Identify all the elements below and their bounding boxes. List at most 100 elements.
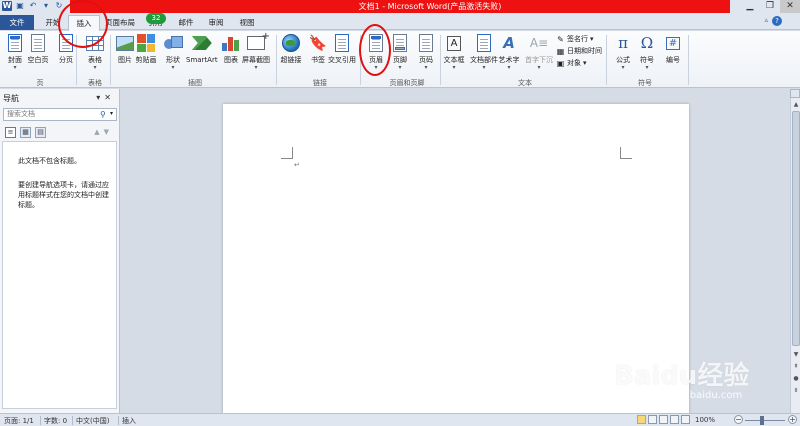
tab-page-layout[interactable]: 页面布局 <box>102 15 138 30</box>
prev-page-icon[interactable]: ⇞ <box>792 363 800 370</box>
omega-icon: Ω <box>640 34 654 52</box>
scroll-up-icon[interactable]: ▲ <box>792 101 800 108</box>
text-box-button[interactable]: A 文本框 ▾ <box>443 32 465 71</box>
tab-review[interactable]: 审阅 <box>202 15 230 30</box>
tab-home[interactable]: 开始 <box>38 15 68 30</box>
zoom-in-icon[interactable]: + <box>788 415 797 424</box>
restore-button[interactable]: ❐ <box>760 0 780 13</box>
object-button[interactable]: ▣ 对象 ▾ <box>556 58 587 68</box>
clipart-button[interactable]: 剪贴画 <box>135 32 157 65</box>
page-count[interactable]: 页面: 1/1 <box>4 416 34 426</box>
chart-button[interactable]: 图表 <box>220 32 242 65</box>
zoom-slider-thumb[interactable] <box>760 416 764 425</box>
undo-dropdown-icon[interactable]: ▾ <box>41 1 51 11</box>
zoom-slider[interactable] <box>745 420 785 421</box>
next-icon[interactable]: ▼ <box>104 128 113 136</box>
browse-object-icon[interactable]: ● <box>792 375 800 382</box>
word-logo-icon[interactable]: W <box>2 1 12 11</box>
tab-mailings[interactable]: 邮件 <box>172 15 200 30</box>
cross-reference-icon <box>331 32 353 54</box>
ruler-toggle-icon[interactable] <box>790 89 800 98</box>
help-icon[interactable]: ? <box>772 16 782 26</box>
redo-icon[interactable]: ↻ <box>54 1 64 11</box>
zoom-level[interactable]: 100% <box>695 416 715 424</box>
picture-button[interactable]: 图片 <box>114 32 136 65</box>
word-count[interactable]: 字数: 0 <box>44 416 67 426</box>
object-icon: ▣ <box>556 58 565 68</box>
bookmark-button[interactable]: 🔖 书签 <box>307 32 329 65</box>
close-button[interactable]: ✕ <box>780 0 800 13</box>
hyperlink-button[interactable]: 超链接 <box>280 32 302 65</box>
cover-page-button[interactable]: 封面 ▾ <box>4 32 26 71</box>
scroll-thumb[interactable] <box>792 111 800 346</box>
save-icon[interactable]: ▣ <box>15 1 25 11</box>
previous-icon[interactable]: ▲ <box>94 128 103 136</box>
full-screen-view-icon[interactable] <box>648 415 657 424</box>
create-headings-hint: 要创建导航选项卡，请通过应用标题样式在您的文档中创建标题。 <box>18 181 109 209</box>
nav-close-icon[interactable]: ✕ <box>104 93 115 102</box>
signature-icon: ✎ <box>557 34 564 44</box>
blank-page-icon <box>27 32 49 54</box>
pi-icon: π <box>618 34 628 52</box>
screenshot-button[interactable]: 屏幕截图 ▾ <box>242 31 270 71</box>
shapes-button[interactable]: 形状 ▾ <box>162 32 184 71</box>
screenshot-icon <box>245 31 270 54</box>
date-time-button[interactable]: ▦ 日期和时间 <box>556 46 602 56</box>
language[interactable]: 中文(中国) <box>76 416 109 426</box>
drop-cap-button[interactable]: A≡ 首字下沉 ▾ <box>525 32 553 71</box>
table-button[interactable]: 表格 ▾ <box>84 32 106 71</box>
signature-line-button[interactable]: ✎ 签名行 ▾ <box>556 34 593 44</box>
print-layout-view-icon[interactable] <box>637 415 646 424</box>
chevron-down-icon: ▾ <box>583 59 587 67</box>
quick-parts-icon <box>473 32 495 54</box>
outline-view-icon[interactable] <box>670 415 679 424</box>
zoom-out-icon[interactable]: − <box>734 415 743 424</box>
wordart-button[interactable]: A 艺术字 ▾ <box>498 32 520 71</box>
page-break-icon <box>55 32 77 54</box>
divider <box>360 35 361 85</box>
footer-button[interactable]: 页脚 ▾ <box>389 32 411 71</box>
drop-cap-icon: A≡ <box>529 36 549 50</box>
header-button[interactable]: 页眉 ▾ <box>365 32 387 71</box>
headings-view-icon[interactable]: ≡ <box>5 127 16 138</box>
tab-counter-badge: 32 <box>146 13 166 24</box>
quick-parts-button[interactable]: 文档部件 ▾ <box>470 32 498 71</box>
cross-reference-button[interactable]: 交叉引用 <box>328 32 356 65</box>
blank-page-button[interactable]: 空白页 <box>27 32 49 65</box>
smartart-button[interactable]: SmartArt <box>186 32 218 65</box>
undo-icon[interactable]: ↶ <box>28 1 38 11</box>
tab-view[interactable]: 视图 <box>232 15 262 30</box>
insert-mode[interactable]: 插入 <box>122 416 136 426</box>
draft-view-icon[interactable] <box>681 415 690 424</box>
search-options-icon[interactable]: ▾ <box>110 110 113 117</box>
navigation-pane: 导航 ▾✕ 搜索文档 ⚲ ▾ ≡ ▦ ▤ ▲▼ 此文档不包含标题。 要创建导航选… <box>0 89 120 413</box>
tab-insert[interactable]: 插入 <box>68 15 100 31</box>
tab-file[interactable]: 文件 <box>0 15 34 30</box>
chart-icon <box>220 32 242 54</box>
number-button[interactable]: # 编号 <box>662 32 684 65</box>
clipart-icon <box>135 32 157 54</box>
divider <box>688 35 689 85</box>
divider <box>40 416 41 425</box>
watermark-brand: Baidu经验 <box>614 361 750 391</box>
results-view-icon[interactable]: ▤ <box>35 127 46 138</box>
nav-arrows: ▲▼ <box>94 128 113 136</box>
web-layout-view-icon[interactable] <box>659 415 668 424</box>
equation-button[interactable]: π 公式 ▾ <box>612 32 634 71</box>
ribbon-tabs: 文件 开始 插入 页面布局 引用 邮件 审阅 视图 32 ▵ ? <box>0 13 800 31</box>
margin-corner-mark <box>620 147 632 159</box>
page-break-button[interactable]: 分页 <box>55 32 77 65</box>
next-page-icon[interactable]: ⇟ <box>792 387 800 394</box>
page-number-button[interactable]: 页码 ▾ <box>415 32 437 71</box>
bookmark-icon: 🔖 <box>308 34 328 52</box>
smartart-icon <box>191 32 213 54</box>
minimize-button[interactable]: ▁ <box>740 0 760 13</box>
vertical-scrollbar[interactable]: ▲ ▼ ⇞ ● ⇟ <box>790 89 800 413</box>
scroll-down-icon[interactable]: ▼ <box>792 351 800 358</box>
shapes-icon <box>162 32 184 54</box>
symbol-button[interactable]: Ω 符号 ▾ <box>636 32 658 71</box>
group-label-symbols: 符号 <box>638 79 652 87</box>
minimize-ribbon-icon[interactable]: ▵ <box>764 16 768 24</box>
chevron-down-icon: ▾ <box>374 64 378 71</box>
pages-view-icon[interactable]: ▦ <box>20 127 31 138</box>
